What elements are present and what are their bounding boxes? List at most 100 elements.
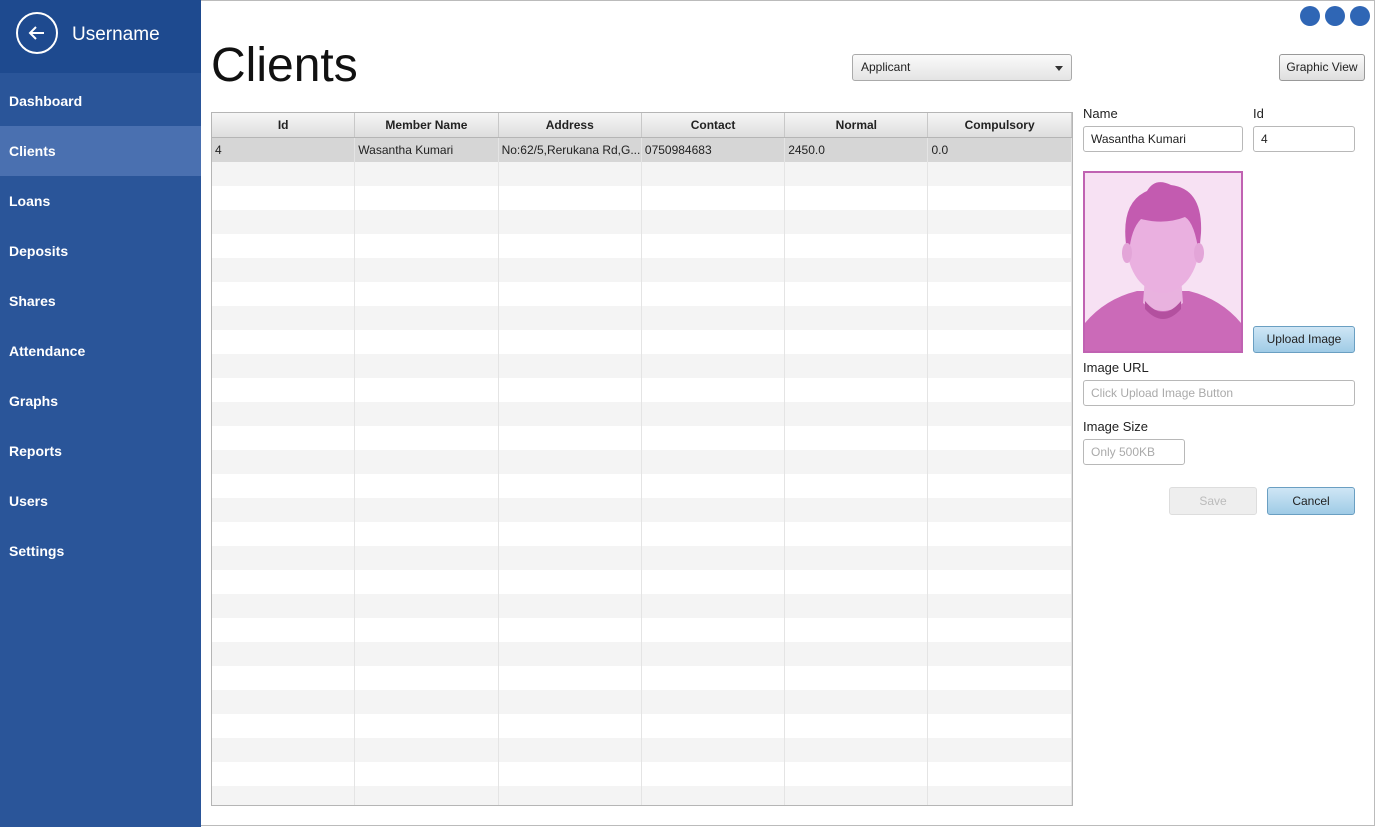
sidebar-item-reports[interactable]: Reports: [0, 426, 201, 476]
sidebar-item-shares[interactable]: Shares: [0, 276, 201, 326]
client-type-select[interactable]: Applicant: [852, 54, 1072, 81]
table-row[interactable]: [212, 642, 1072, 666]
table-cell: [355, 402, 499, 426]
table-row[interactable]: [212, 402, 1072, 426]
table-row[interactable]: [212, 522, 1072, 546]
table-cell: [499, 354, 642, 378]
table-row[interactable]: [212, 282, 1072, 306]
table-cell: [785, 690, 929, 714]
table-cell: [785, 186, 929, 210]
table-cell: [499, 762, 642, 786]
cancel-button[interactable]: Cancel: [1267, 487, 1355, 515]
table-row[interactable]: [212, 186, 1072, 210]
table-cell: [928, 642, 1072, 666]
table-cell: [642, 522, 786, 546]
table-cell: [212, 258, 356, 282]
table-row[interactable]: [212, 618, 1072, 642]
upload-image-button[interactable]: Upload Image: [1253, 326, 1355, 353]
table-cell: [785, 762, 929, 786]
sidebar-item-deposits[interactable]: Deposits: [0, 226, 201, 276]
table-row[interactable]: [212, 546, 1072, 570]
table-row[interactable]: [212, 162, 1072, 186]
column-header[interactable]: Id: [212, 113, 356, 137]
column-header[interactable]: Normal: [785, 113, 929, 137]
table-cell: 0.0: [928, 138, 1072, 162]
table-cell: [928, 714, 1072, 738]
profile-photo: [1083, 171, 1243, 353]
table-row[interactable]: [212, 570, 1072, 594]
table-row[interactable]: [212, 738, 1072, 762]
table-row[interactable]: [212, 306, 1072, 330]
name-field[interactable]: [1083, 126, 1243, 152]
minimize-button[interactable]: [1300, 6, 1320, 26]
table-row[interactable]: [212, 378, 1072, 402]
table-cell: [355, 594, 499, 618]
table-row[interactable]: [212, 330, 1072, 354]
table-cell: [212, 498, 356, 522]
table-cell: [355, 714, 499, 738]
arrow-left-icon: [28, 26, 44, 40]
table-row[interactable]: [212, 234, 1072, 258]
table-row[interactable]: [212, 450, 1072, 474]
sidebar-item-settings[interactable]: Settings: [0, 526, 201, 576]
table-cell: [212, 594, 356, 618]
name-label: Name: [1083, 106, 1118, 121]
clients-table[interactable]: Id Member Name Address Contact Normal Compuls…: [211, 112, 1073, 806]
sidebar-item-users[interactable]: Users: [0, 476, 201, 526]
column-header[interactable]: Member Name: [355, 113, 499, 137]
table-cell: [642, 210, 786, 234]
table-cell: [212, 426, 356, 450]
maximize-button[interactable]: [1325, 6, 1345, 26]
table-row[interactable]: [212, 258, 1072, 282]
table-cell: [499, 738, 642, 762]
table-cell: 4: [212, 138, 356, 162]
table-cell: [212, 738, 356, 762]
table-row[interactable]: 4 Wasantha Kumari No:62/5,Rerukana Rd,G...…: [212, 138, 1072, 162]
table-row[interactable]: [212, 666, 1072, 690]
table-cell: [212, 642, 356, 666]
table-cell: [355, 186, 499, 210]
table-row[interactable]: [212, 474, 1072, 498]
table-row[interactable]: [212, 426, 1072, 450]
table-row[interactable]: [212, 210, 1072, 234]
table-cell: [785, 258, 929, 282]
table-row[interactable]: [212, 714, 1072, 738]
close-button[interactable]: [1350, 6, 1370, 26]
table-cell: [499, 258, 642, 282]
sidebar-item-clients[interactable]: Clients: [0, 126, 201, 176]
column-header[interactable]: Contact: [642, 113, 786, 137]
avatar-placeholder-icon: [1085, 182, 1241, 351]
table-cell: [642, 474, 786, 498]
table-row[interactable]: [212, 354, 1072, 378]
table-cell: [642, 282, 786, 306]
id-field[interactable]: [1253, 126, 1355, 152]
table-cell: [928, 690, 1072, 714]
table-cell: [499, 498, 642, 522]
table-cell: [785, 402, 929, 426]
table-cell: [785, 162, 929, 186]
image-url-field[interactable]: [1083, 380, 1355, 406]
window-controls: [1300, 6, 1370, 26]
table-row[interactable]: [212, 594, 1072, 618]
column-header[interactable]: Compulsory: [928, 113, 1072, 137]
table-cell: [642, 186, 786, 210]
table-row[interactable]: [212, 498, 1072, 522]
table-cell: [499, 786, 642, 805]
sidebar-item-attendance[interactable]: Attendance: [0, 326, 201, 376]
table-cell: [642, 666, 786, 690]
sidebar-item-graphs[interactable]: Graphs: [0, 376, 201, 426]
save-button[interactable]: Save: [1169, 487, 1257, 515]
table-cell: [928, 738, 1072, 762]
table-cell: [928, 594, 1072, 618]
graphic-view-button[interactable]: Graphic View: [1279, 54, 1365, 81]
sidebar-item-loans[interactable]: Loans: [0, 176, 201, 226]
table-cell: [785, 570, 929, 594]
table-row[interactable]: [212, 762, 1072, 786]
column-header[interactable]: Address: [499, 113, 642, 137]
image-size-field[interactable]: [1083, 439, 1185, 465]
sidebar-item-dashboard[interactable]: Dashboard: [0, 76, 201, 126]
table-row[interactable]: [212, 786, 1072, 805]
back-button[interactable]: [16, 12, 58, 54]
table-row[interactable]: [212, 690, 1072, 714]
table-cell: [642, 426, 786, 450]
